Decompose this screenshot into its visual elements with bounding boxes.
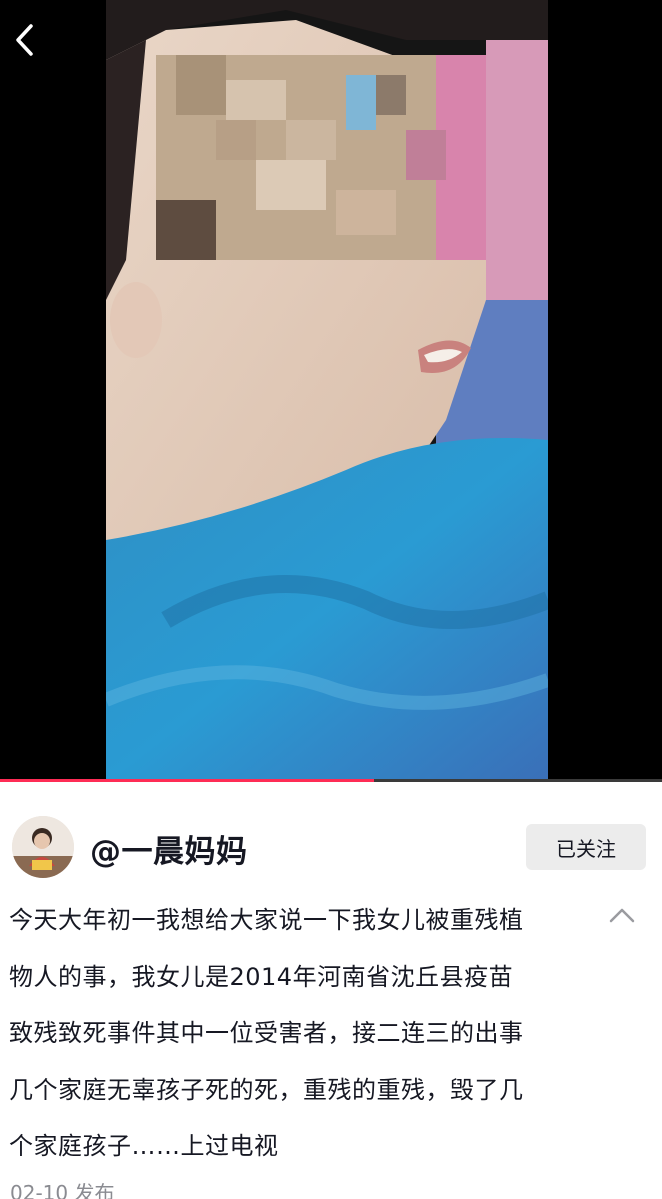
collapse-button[interactable] <box>606 900 638 932</box>
back-button[interactable] <box>4 20 44 64</box>
video-frame <box>106 0 548 782</box>
progress-bar[interactable] <box>0 779 662 782</box>
progress-fill <box>0 779 375 782</box>
post-description: 今天大年初一我想给大家说一下我女儿被重残植 物人的事，我女儿是2014年河南省沈… <box>9 892 597 1175</box>
description-line: 几个家庭无辜孩子死的死，重残的重残，毁了几 <box>9 1075 524 1104</box>
author-row: @一晨妈妈 已关注 <box>0 808 662 888</box>
chevron-up-icon <box>606 908 638 936</box>
description-line: 物人的事，我女儿是2014年河南省沈丘县疫苗 <box>9 962 514 991</box>
author-handle[interactable]: @一晨妈妈 <box>90 826 248 871</box>
description-line: 致残致死事件其中一位受害者，接二连三的出事 <box>9 1019 524 1047</box>
face-mosaic <box>156 55 486 260</box>
publish-time: 02-10 发布 <box>10 1181 115 1199</box>
avatar[interactable] <box>12 816 74 878</box>
description-line: 今天大年初一我想给大家说一下我女儿被重残植 <box>9 906 524 934</box>
video-player[interactable] <box>0 0 662 782</box>
description-line: 个家庭孩子……上过电视 <box>9 1132 279 1160</box>
chevron-left-icon <box>13 23 35 61</box>
follow-button[interactable]: 已关注 <box>526 824 646 870</box>
